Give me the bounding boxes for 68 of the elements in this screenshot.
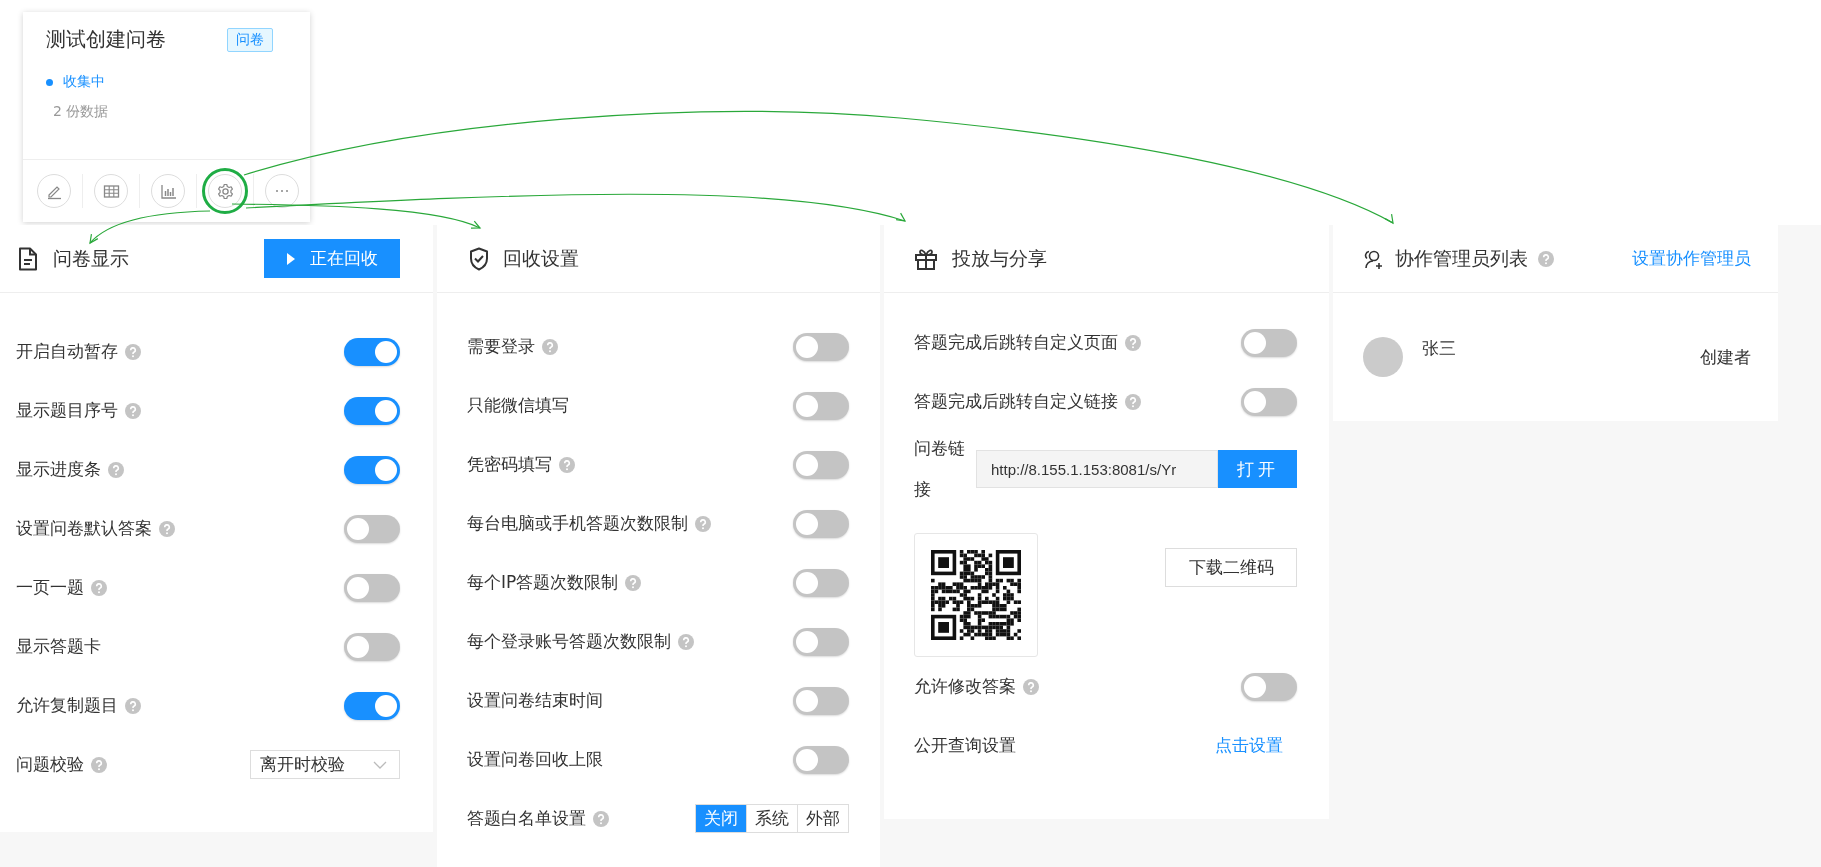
setting-label: 显示进度条 — [16, 458, 101, 481]
toggle-switch[interactable] — [344, 514, 400, 543]
setting-label: 凭密码填写 — [467, 453, 552, 476]
setting-label: 答题白名单设置 — [467, 807, 586, 830]
toggle-switch[interactable] — [344, 573, 400, 602]
toggle-switch[interactable] — [344, 337, 400, 366]
setting-label: 需要登录 — [467, 335, 535, 358]
toggle-switch[interactable] — [793, 509, 849, 538]
type-tag: 问卷 — [227, 27, 273, 52]
setting-label: 只能微信填写 — [467, 394, 569, 417]
setting-label: 允许修改答案 — [914, 675, 1016, 698]
panel-title: 回收设置 — [503, 245, 579, 271]
setting-label: 公开查询设置 — [914, 734, 1016, 757]
chevron-down-icon — [373, 760, 387, 769]
toggle-switch[interactable] — [1241, 672, 1297, 701]
setting-label: 允许复制题目 — [16, 694, 118, 717]
toggle-switch[interactable] — [344, 396, 400, 425]
shield-check-icon — [469, 246, 489, 271]
more-button[interactable] — [265, 174, 299, 208]
url-field[interactable]: http://8.155.1.153:8081/s/Yr — [976, 450, 1218, 488]
toggle-switch[interactable] — [793, 332, 849, 361]
setting-label: 设置问卷回收上限 — [467, 748, 603, 771]
setting-label: 设置问卷默认答案 — [16, 517, 152, 540]
avatar — [1363, 337, 1403, 377]
setting-label: 设置问卷结束时间 — [467, 689, 603, 712]
segment-option[interactable]: 外部 — [797, 805, 848, 832]
toggle-switch[interactable] — [344, 455, 400, 484]
panel-title: 协作管理员列表 — [1395, 245, 1528, 271]
status-text: 收集中 — [63, 73, 105, 91]
gift-icon — [914, 246, 938, 271]
toggle-switch[interactable] — [793, 627, 849, 656]
setting-label: 每个登录账号答题次数限制 — [467, 630, 671, 653]
panel-title: 投放与分享 — [952, 245, 1047, 271]
setting-label: 问卷链接 — [914, 437, 966, 501]
bar-chart-button[interactable] — [151, 174, 185, 208]
table-button[interactable] — [94, 174, 128, 208]
response-count: 2 份数据 — [52, 103, 110, 121]
segment-option[interactable]: 系统 — [746, 805, 797, 832]
toggle-switch[interactable] — [793, 568, 849, 597]
toggle-switch[interactable] — [793, 686, 849, 715]
toggle-switch[interactable] — [793, 745, 849, 774]
toggle-switch[interactable] — [1241, 387, 1297, 416]
settings-icon — [215, 181, 235, 201]
member-role: 创建者 — [1700, 345, 1751, 369]
survey-title: 测试创建问卷 — [46, 26, 166, 53]
edit-button[interactable] — [37, 174, 71, 208]
toggle-switch[interactable] — [344, 691, 400, 720]
validation-select[interactable]: 离开时校验 — [250, 750, 400, 779]
setting-label: 显示答题卡 — [16, 635, 101, 658]
toggle-switch[interactable] — [793, 391, 849, 420]
status-dot — [46, 78, 53, 86]
panel-title: 问卷显示 — [53, 245, 129, 271]
setting-label: 显示题目序号 — [16, 399, 118, 422]
toggle-switch[interactable] — [1241, 328, 1297, 357]
setting-label: 一页一题 — [16, 576, 84, 599]
play-icon — [286, 251, 296, 266]
member-name: 张三 — [1422, 336, 1457, 360]
setting-label: 答题完成后跳转自定义链接 — [914, 390, 1118, 413]
toggle-switch[interactable] — [344, 632, 400, 661]
toggle-switch[interactable] — [793, 450, 849, 479]
document-icon — [17, 246, 39, 271]
survey-card[interactable]: 测试创建问卷 问卷 收集中 2 份数据 — [23, 12, 310, 222]
setting-label: 问题校验 — [16, 753, 84, 776]
setting-label: 每台电脑或手机答题次数限制 — [467, 512, 688, 535]
setting-label: 开启自动暂存 — [16, 340, 118, 363]
setting-label: 答题完成后跳转自定义页面 — [914, 331, 1118, 354]
setting-label: 每个IP答题次数限制 — [467, 571, 619, 594]
download-qr-button[interactable]: 下载二维码 — [1165, 548, 1297, 587]
